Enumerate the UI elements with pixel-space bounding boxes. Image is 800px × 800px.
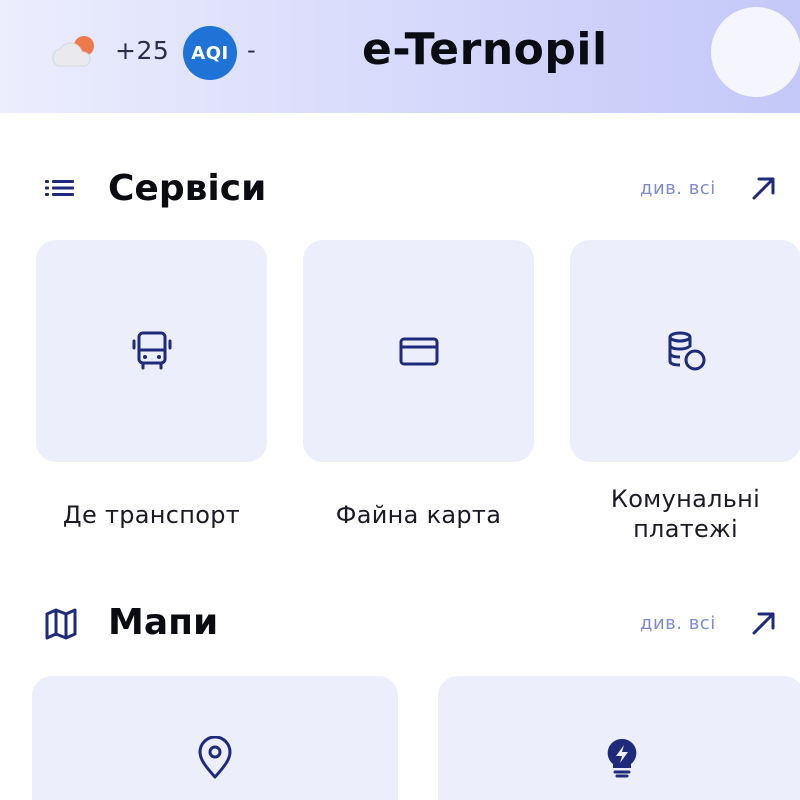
map-tile-electricity[interactable] — [438, 676, 800, 800]
service-tile-utilities[interactable] — [570, 240, 800, 462]
app-header: +25 AQI - e-Ternopil — [0, 0, 800, 113]
profile-avatar[interactable] — [711, 7, 800, 97]
service-label-transport: Де транспорт — [62, 501, 241, 529]
services-title: Сервіси — [108, 168, 267, 209]
cloud-sun-icon[interactable] — [46, 32, 98, 72]
aqi-badge[interactable]: AQI — [183, 26, 237, 80]
service-label-card: Файна карта — [335, 501, 502, 529]
location-pin-icon — [198, 736, 232, 779]
card-icon — [399, 337, 439, 366]
arrow-up-right-icon[interactable] — [750, 609, 778, 637]
app-title: e-Ternopil — [362, 24, 608, 75]
services-section-header: Сервіси див. всі — [0, 164, 800, 214]
lightbulb-icon — [607, 738, 637, 778]
maps-see-all-link[interactable]: див. всі — [640, 613, 716, 634]
map-tile-locations[interactable] — [32, 676, 398, 800]
services-see-all-link[interactable]: див. всі — [640, 178, 716, 199]
arrow-up-right-icon[interactable] — [750, 174, 778, 202]
coins-icon — [668, 331, 706, 371]
service-label-utilities: Комунальні платежі — [610, 485, 761, 543]
temperature[interactable]: +25 — [115, 36, 169, 65]
bus-icon — [132, 331, 172, 370]
maps-title: Мапи — [108, 602, 219, 643]
aqi-value: - — [247, 36, 256, 64]
service-tile-transport[interactable] — [36, 240, 267, 462]
maps-section-header: Мапи див. всі — [0, 599, 800, 649]
service-tile-card[interactable] — [303, 240, 534, 462]
map-icon — [45, 608, 77, 640]
list-icon — [45, 180, 74, 196]
aqi-label: AQI — [191, 42, 229, 64]
